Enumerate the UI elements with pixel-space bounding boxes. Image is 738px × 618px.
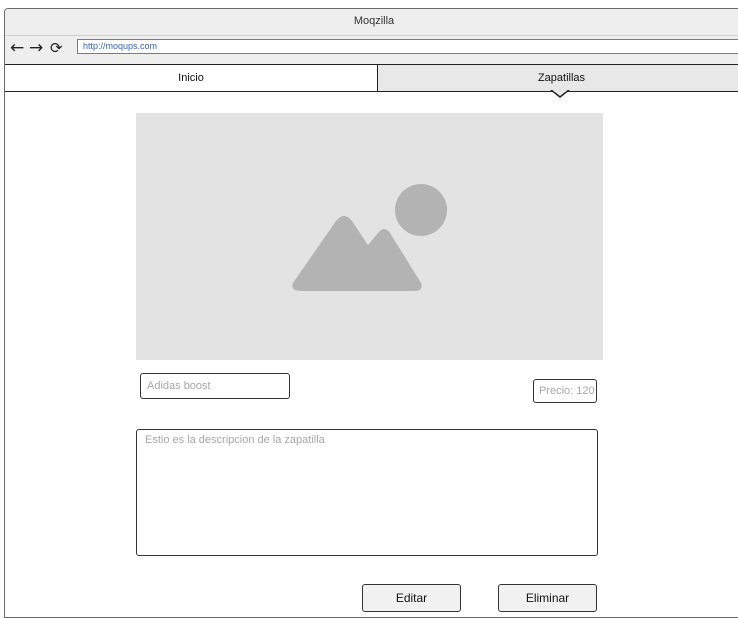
title-bar: Moqzilla [5,9,738,36]
window-title: Moqzilla [353,15,395,27]
product-image-placeholder [136,113,603,360]
browser-toolbar: ← → ⟳ http://moqups.com [5,36,738,65]
product-price-input[interactable]: Precio: 120 [533,379,597,403]
forward-arrow-icon[interactable]: → [29,37,43,59]
address-bar[interactable]: http://moqups.com [77,39,738,54]
tab-zapatillas[interactable]: Zapatillas [377,64,738,92]
back-arrow-icon[interactable]: ← [10,37,24,59]
reload-icon[interactable]: ⟳ [50,37,63,59]
tab-bar: Inicio Zapatillas [5,64,738,98]
browser-window: Moqzilla ← → ⟳ http://moqups.com Inicio … [4,8,738,618]
product-description-textarea[interactable]: Estio es la descripcion de la zapatilla [136,429,598,556]
active-tab-pointer [550,89,570,98]
product-name-input[interactable]: Adidas boost [140,373,290,399]
image-placeholder-icon [292,184,447,291]
tab-inicio[interactable]: Inicio [5,64,378,92]
